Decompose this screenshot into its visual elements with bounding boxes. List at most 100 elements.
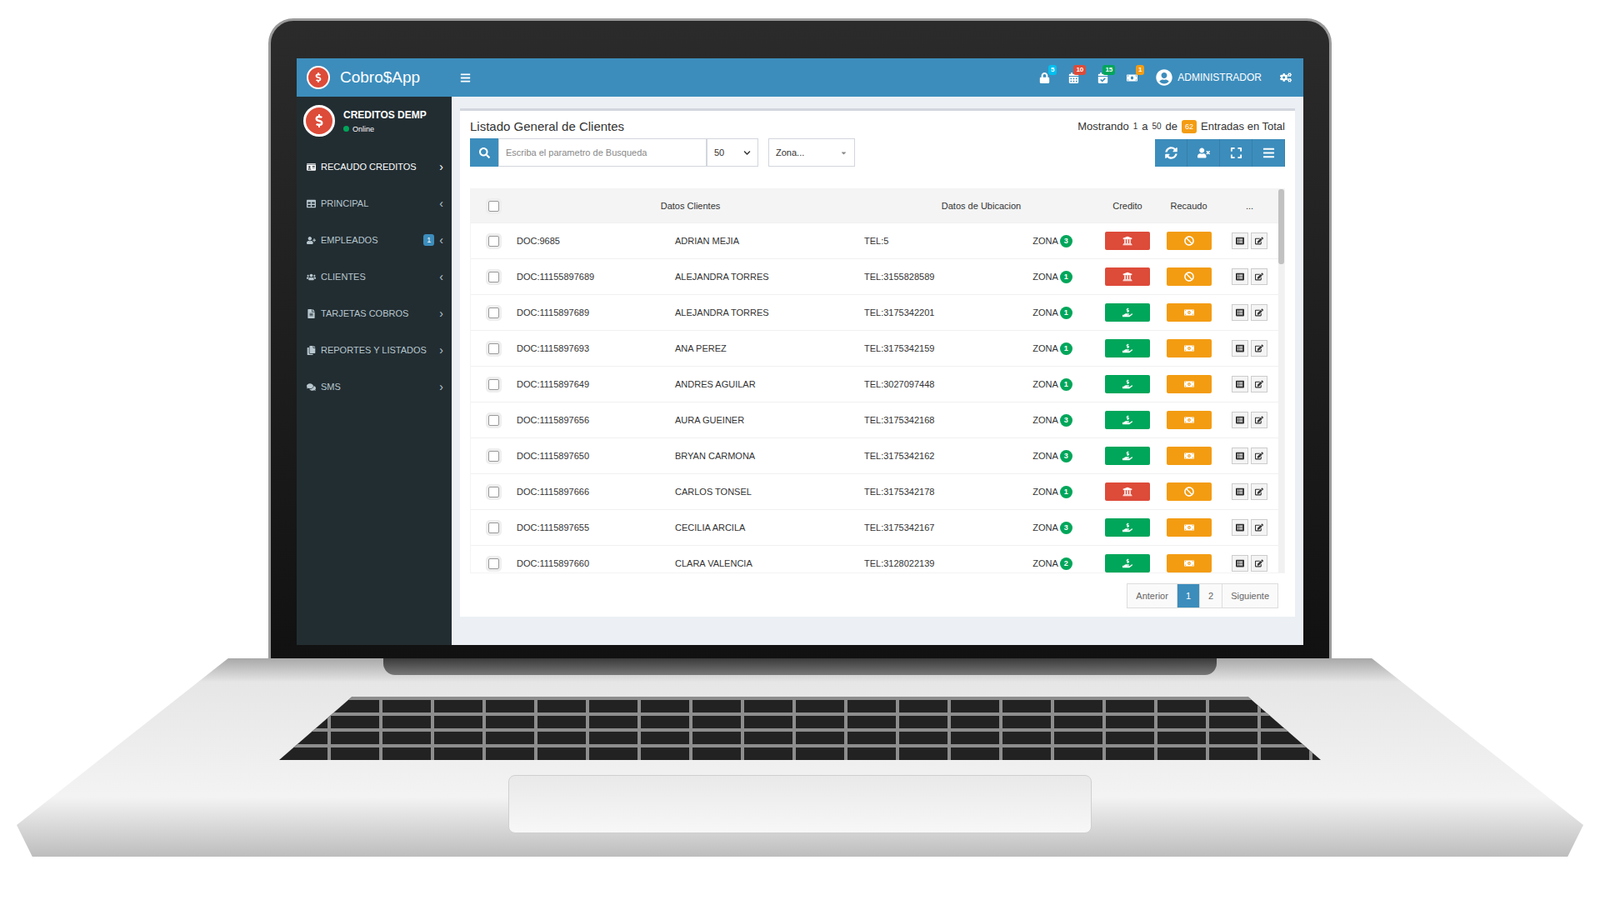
detail-button[interactable] — [1231, 555, 1249, 572]
credit-cell — [1098, 554, 1157, 573]
tool-button[interactable] — [1155, 139, 1188, 167]
edit-button[interactable] — [1250, 304, 1268, 321]
collection-cell — [1156, 303, 1221, 322]
search-button[interactable] — [470, 138, 499, 167]
credit-button[interactable] — [1105, 375, 1150, 394]
detail-button[interactable] — [1231, 340, 1249, 357]
credit-button[interactable] — [1105, 231, 1150, 250]
menu-toggle-icon[interactable] — [460, 72, 471, 84]
edit-button[interactable] — [1250, 340, 1268, 357]
detail-button[interactable] — [1231, 304, 1249, 321]
page-button[interactable]: Siguiente — [1221, 583, 1279, 609]
sidebar-item[interactable]: PRINCIPAL‹ — [296, 185, 452, 222]
credit-button[interactable] — [1105, 554, 1150, 573]
edit-button[interactable] — [1250, 519, 1268, 536]
scroll-thumb[interactable] — [1278, 189, 1285, 265]
sidebar-item[interactable]: TARJETAS COBROS› — [296, 295, 452, 332]
credit-button[interactable] — [1105, 303, 1150, 322]
edit-button[interactable] — [1250, 232, 1268, 250]
edit-icon — [1255, 236, 1264, 245]
edit-button[interactable] — [1250, 375, 1268, 393]
collection-button[interactable] — [1166, 446, 1212, 465]
users-icon — [306, 272, 316, 282]
credit-button[interactable] — [1105, 518, 1150, 537]
page-button[interactable]: Anterior — [1126, 583, 1178, 609]
page-size-select[interactable]: 50 — [706, 138, 759, 167]
notification-badge: 15 — [1102, 65, 1115, 75]
search-input[interactable] — [498, 138, 707, 167]
sidebar-item[interactable]: EMPLEADOS1‹ — [296, 221, 452, 259]
table-row[interactable]: DOC:11155897689ALEJANDRA TORRESTEL:31558… — [470, 258, 1279, 295]
scrollbar[interactable] — [1278, 189, 1285, 573]
table-icon — [306, 199, 316, 209]
notification[interactable]: 5 — [1039, 72, 1050, 84]
gears-icon[interactable] — [1280, 71, 1292, 84]
credit-button[interactable] — [1105, 482, 1150, 501]
collection-button[interactable] — [1166, 554, 1212, 573]
sidebar-item[interactable]: CLIENTES‹ — [296, 258, 452, 295]
collection-button[interactable] — [1166, 267, 1212, 286]
table-row[interactable]: DOC:1115897655CECILIA ARCILATEL:31753421… — [470, 509, 1279, 545]
bank-icon — [1122, 235, 1133, 246]
collection-button[interactable] — [1166, 303, 1212, 322]
sidebar-item[interactable]: REPORTES Y LISTADOS› — [296, 331, 452, 369]
table-row[interactable]: DOC:1115897666CARLOS TONSELTEL:317534217… — [470, 473, 1279, 510]
zone-select[interactable]: Zona... — [768, 138, 855, 167]
collection-button[interactable] — [1166, 375, 1212, 394]
credit-button[interactable] — [1105, 339, 1150, 358]
select-all-checkbox[interactable] — [488, 200, 500, 212]
table-row[interactable]: DOC:1115897656AURA GUEINERTEL:3175342168… — [470, 401, 1279, 438]
row-checkbox[interactable] — [488, 379, 500, 390]
row-checkbox[interactable] — [488, 558, 500, 570]
row-checkbox[interactable] — [488, 343, 500, 355]
detail-button[interactable] — [1231, 483, 1249, 500]
edit-button[interactable] — [1250, 447, 1268, 465]
collection-button[interactable] — [1166, 231, 1212, 250]
table-row[interactable]: DOC:1115897693ANA PEREZTEL:3175342159ZON… — [470, 330, 1279, 366]
credit-button[interactable] — [1105, 410, 1150, 430]
tool-button[interactable] — [1220, 139, 1253, 167]
tool-button[interactable] — [1252, 139, 1285, 167]
detail-button[interactable] — [1231, 232, 1249, 250]
row-checkbox[interactable] — [488, 235, 500, 247]
detail-button[interactable] — [1231, 268, 1249, 285]
page-button[interactable]: 1 — [1176, 583, 1200, 609]
edit-button[interactable] — [1250, 268, 1268, 285]
table-row[interactable]: DOC:1115897660CLARA VALENCIATEL:31280221… — [470, 545, 1279, 573]
collection-cell — [1156, 482, 1221, 501]
page-button[interactable]: 2 — [1199, 583, 1223, 609]
edit-button[interactable] — [1250, 411, 1268, 429]
user-menu[interactable]: ADMINISTRADOR — [1155, 69, 1262, 86]
row-checkbox[interactable] — [488, 307, 500, 319]
notification[interactable]: 15 — [1097, 72, 1109, 84]
credit-button[interactable] — [1105, 446, 1150, 465]
detail-button[interactable] — [1231, 411, 1249, 429]
sidebar-item[interactable]: SMS› — [296, 368, 452, 405]
detail-button[interactable] — [1231, 447, 1249, 465]
collection-button[interactable] — [1166, 339, 1212, 358]
detail-button[interactable] — [1231, 375, 1249, 393]
brand[interactable]: Cobro$App — [296, 58, 452, 97]
tool-button[interactable] — [1187, 139, 1220, 167]
collection-button[interactable] — [1166, 410, 1212, 430]
detail-button[interactable] — [1231, 519, 1249, 536]
collection-button[interactable] — [1166, 518, 1212, 537]
laptop-hinge — [383, 658, 1217, 675]
credit-button[interactable] — [1105, 267, 1150, 286]
row-checkbox[interactable] — [488, 450, 500, 462]
sidebar-item[interactable]: RECAUDO CREDITOS› — [296, 148, 452, 185]
row-checkbox[interactable] — [488, 486, 500, 498]
table-row[interactable]: DOC:1115897649ANDRES AGUILARTEL:30270974… — [470, 365, 1279, 402]
collection-button[interactable] — [1166, 482, 1212, 501]
table-row[interactable]: DOC:1115897689ALEJANDRA TORRESTEL:317534… — [470, 294, 1279, 330]
row-checkbox[interactable] — [488, 522, 500, 534]
edit-button[interactable] — [1250, 483, 1268, 500]
edit-button[interactable] — [1250, 555, 1268, 572]
notification[interactable]: 1 — [1126, 72, 1138, 84]
user-plus-icon — [306, 235, 316, 245]
row-checkbox[interactable] — [488, 415, 500, 426]
table-row[interactable]: DOC:1115897650BRYAN CARMONATEL:317534216… — [470, 437, 1279, 474]
row-checkbox[interactable] — [488, 271, 500, 283]
notification[interactable]: 10 — [1068, 72, 1080, 84]
table-row[interactable]: DOC:9685ADRIAN MEJIATEL:5ZONA3 — [470, 222, 1279, 259]
